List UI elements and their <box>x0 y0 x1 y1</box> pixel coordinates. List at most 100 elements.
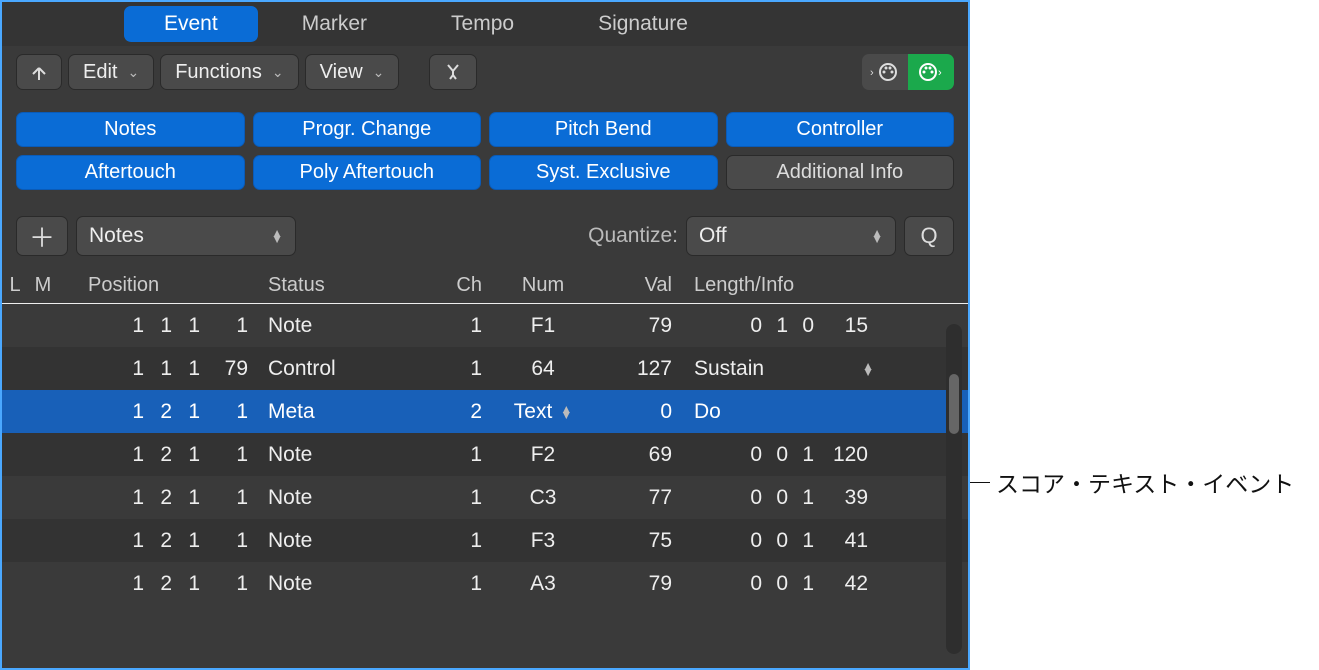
filter-pitch-bend[interactable]: Pitch Bend <box>489 112 718 147</box>
scrollbar-thumb[interactable] <box>949 374 959 434</box>
val-cell[interactable]: 79 <box>598 314 678 338</box>
length-info-cell[interactable]: 00142 <box>678 572 888 596</box>
val-cell[interactable]: 77 <box>598 486 678 510</box>
val-cell[interactable]: 75 <box>598 529 678 553</box>
tab-event[interactable]: Event <box>124 6 258 42</box>
table-row[interactable]: 1211Note1A37900142 <box>2 562 968 605</box>
position-segment[interactable]: 1 <box>130 572 144 596</box>
table-row[interactable]: 1211Note1F269001120 <box>2 433 968 476</box>
status-cell[interactable]: Note <box>268 486 438 510</box>
position-segment[interactable]: 1 <box>130 400 144 424</box>
position-segment[interactable]: 2 <box>158 529 172 553</box>
col-header-num[interactable]: Num <box>488 274 598 297</box>
status-cell[interactable]: Note <box>268 572 438 596</box>
position-segment[interactable]: 1 <box>214 572 248 596</box>
midi-out-button[interactable]: › <box>908 54 954 90</box>
position-segment[interactable]: 1 <box>186 486 200 510</box>
length-info-cell[interactable]: 00141 <box>678 529 888 553</box>
col-header-status[interactable]: Status <box>268 274 438 297</box>
position-segment[interactable]: 1 <box>186 400 200 424</box>
num-cell[interactable]: F2 <box>531 443 556 467</box>
status-cell[interactable]: Control <box>268 357 438 381</box>
length-info-cell[interactable]: 00139 <box>678 486 888 510</box>
channel-cell[interactable]: 1 <box>438 529 488 553</box>
num-cell[interactable]: F3 <box>531 529 556 553</box>
col-header-ch[interactable]: Ch <box>438 274 488 297</box>
col-header-m[interactable]: M <box>28 274 58 297</box>
position-segment[interactable]: 1 <box>186 443 200 467</box>
val-cell[interactable]: 127 <box>598 357 678 381</box>
functions-menu[interactable]: Functions ⌄ <box>160 54 298 90</box>
position-segment[interactable]: 1 <box>214 443 248 467</box>
position-segment[interactable]: 1 <box>214 400 248 424</box>
length-info-cell[interactable]: Sustain▲▼ <box>678 357 888 381</box>
length-info-cell[interactable]: 01015 <box>678 314 888 338</box>
position-segment[interactable]: 2 <box>158 400 172 424</box>
length-info-cell[interactable]: Do <box>678 400 888 424</box>
position-segment[interactable]: 1 <box>214 529 248 553</box>
position-segment[interactable]: 1 <box>130 529 144 553</box>
position-segment[interactable]: 1 <box>214 486 248 510</box>
channel-cell[interactable]: 1 <box>438 443 488 467</box>
num-cell[interactable]: A3 <box>530 572 556 596</box>
tab-marker[interactable]: Marker <box>262 6 407 42</box>
table-row[interactable]: 1211Note1F37500141 <box>2 519 968 562</box>
stepper-icon[interactable]: ▲▼ <box>862 363 874 375</box>
num-cell[interactable]: C3 <box>530 486 557 510</box>
position-segment[interactable]: 1 <box>186 357 200 381</box>
position-segment[interactable]: 1 <box>130 443 144 467</box>
quantize-select[interactable]: Off ▲▼ <box>686 216 896 256</box>
val-cell[interactable]: 69 <box>598 443 678 467</box>
position-segment[interactable]: 1 <box>130 357 144 381</box>
channel-cell[interactable]: 1 <box>438 572 488 596</box>
filter-syst-exclusive[interactable]: Syst. Exclusive <box>489 155 718 190</box>
filter-notes[interactable]: Notes <box>16 112 245 147</box>
table-row[interactable]: 11179Control164127Sustain▲▼ <box>2 347 968 390</box>
position-segment[interactable]: 2 <box>158 443 172 467</box>
position-segment[interactable]: 1 <box>158 314 172 338</box>
position-segment[interactable]: 1 <box>130 314 144 338</box>
position-segment[interactable]: 1 <box>186 529 200 553</box>
catch-playhead-button[interactable] <box>16 54 62 90</box>
channel-cell[interactable]: 2 <box>438 400 488 424</box>
filter-progr-change[interactable]: Progr. Change <box>253 112 482 147</box>
length-info-cell[interactable]: 001120 <box>678 443 888 467</box>
table-row[interactable]: 1211Meta2Text▲▼0Do <box>2 390 968 433</box>
channel-cell[interactable]: 1 <box>438 314 488 338</box>
num-cell[interactable]: Text <box>514 400 553 424</box>
position-segment[interactable]: 1 <box>186 572 200 596</box>
position-segment[interactable]: 1 <box>214 314 248 338</box>
filter-additional-info[interactable]: Additional Info <box>726 155 955 190</box>
position-segment[interactable]: 2 <box>158 572 172 596</box>
position-segment[interactable]: 1 <box>158 357 172 381</box>
num-cell[interactable]: F1 <box>531 314 556 338</box>
col-header-l[interactable]: L <box>2 274 28 297</box>
tab-tempo[interactable]: Tempo <box>411 6 554 42</box>
filter-aftertouch[interactable]: Aftertouch <box>16 155 245 190</box>
stepper-icon[interactable]: ▲▼ <box>560 406 572 418</box>
status-cell[interactable]: Note <box>268 443 438 467</box>
status-cell[interactable]: Meta <box>268 400 438 424</box>
position-segment[interactable]: 1 <box>130 486 144 510</box>
status-cell[interactable]: Note <box>268 314 438 338</box>
val-cell[interactable]: 79 <box>598 572 678 596</box>
filter-poly-aftertouch[interactable]: Poly Aftertouch <box>253 155 482 190</box>
status-cell[interactable]: Note <box>268 529 438 553</box>
channel-cell[interactable]: 1 <box>438 486 488 510</box>
midi-in-button[interactable]: › <box>862 54 908 90</box>
quantize-apply-button[interactable]: Q <box>904 216 954 256</box>
add-event-button[interactable]: ＋ <box>16 216 68 256</box>
edit-menu[interactable]: Edit ⌄ <box>68 54 154 90</box>
event-type-select[interactable]: Notes ▲▼ <box>76 216 296 256</box>
channel-cell[interactable]: 1 <box>438 357 488 381</box>
view-menu[interactable]: View ⌄ <box>305 54 400 90</box>
vertical-scrollbar[interactable] <box>946 324 962 654</box>
position-segment[interactable]: 79 <box>214 357 248 381</box>
num-cell[interactable]: 64 <box>531 357 554 381</box>
table-row[interactable]: 1211Note1C37700139 <box>2 476 968 519</box>
col-header-val[interactable]: Val <box>598 274 678 297</box>
tab-signature[interactable]: Signature <box>558 6 728 42</box>
col-header-position[interactable]: Position <box>58 274 268 297</box>
filter-controller[interactable]: Controller <box>726 112 955 147</box>
filter-tool-button[interactable] <box>429 54 477 90</box>
